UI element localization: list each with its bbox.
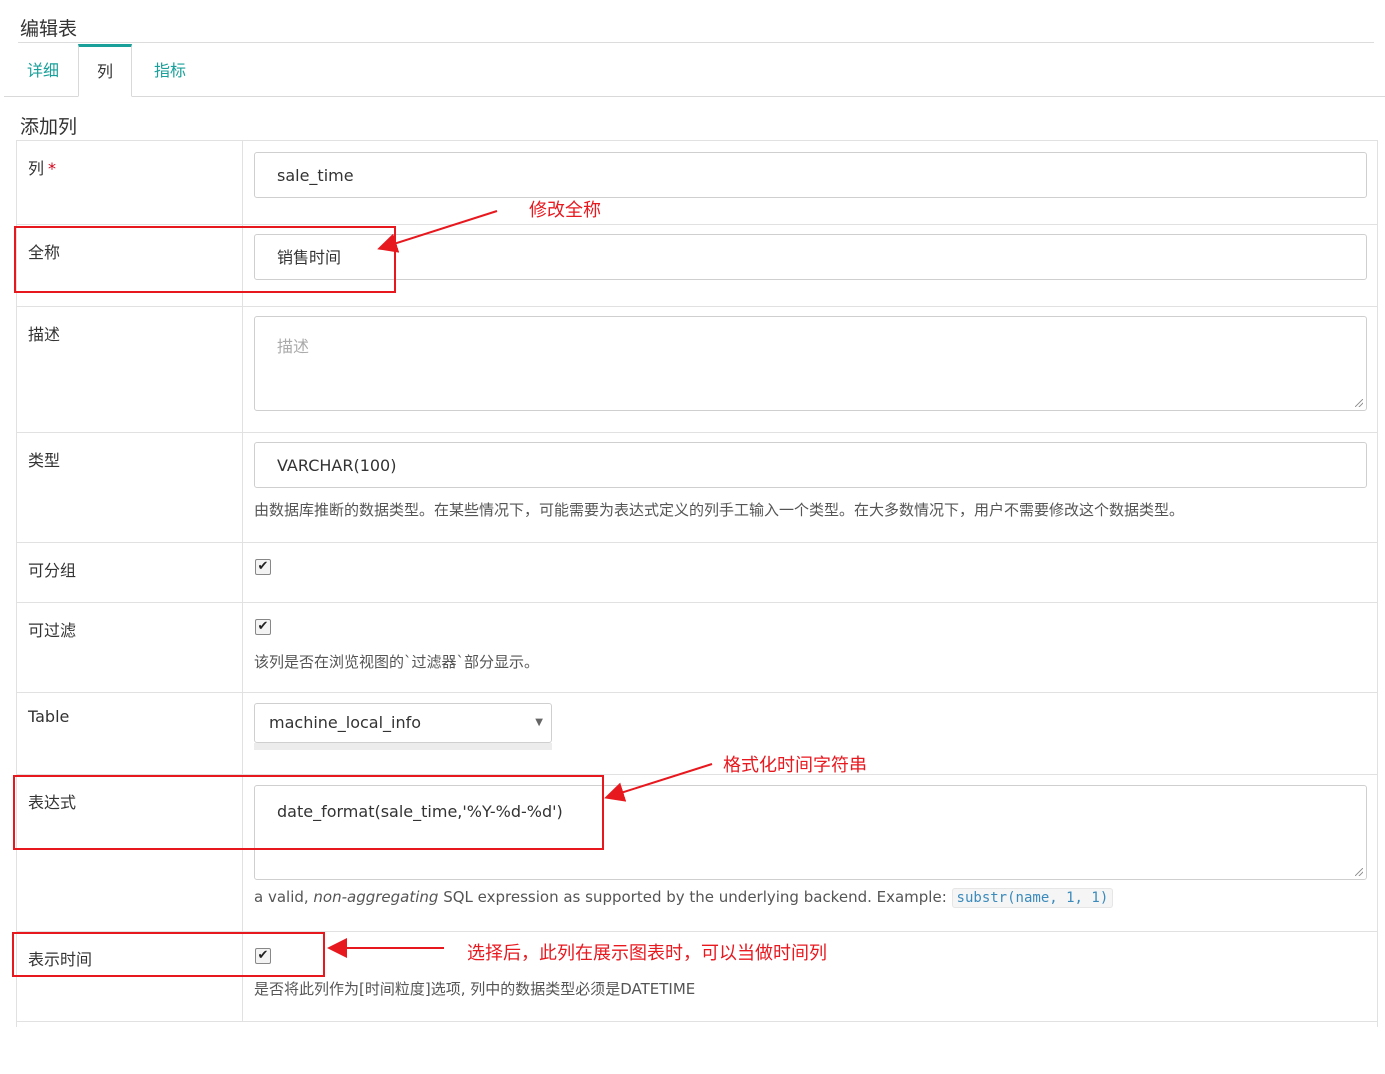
annotation-arrows <box>327 210 713 958</box>
arrow-to-expression <box>604 763 713 802</box>
arrow-to-verbose-name <box>377 210 498 253</box>
